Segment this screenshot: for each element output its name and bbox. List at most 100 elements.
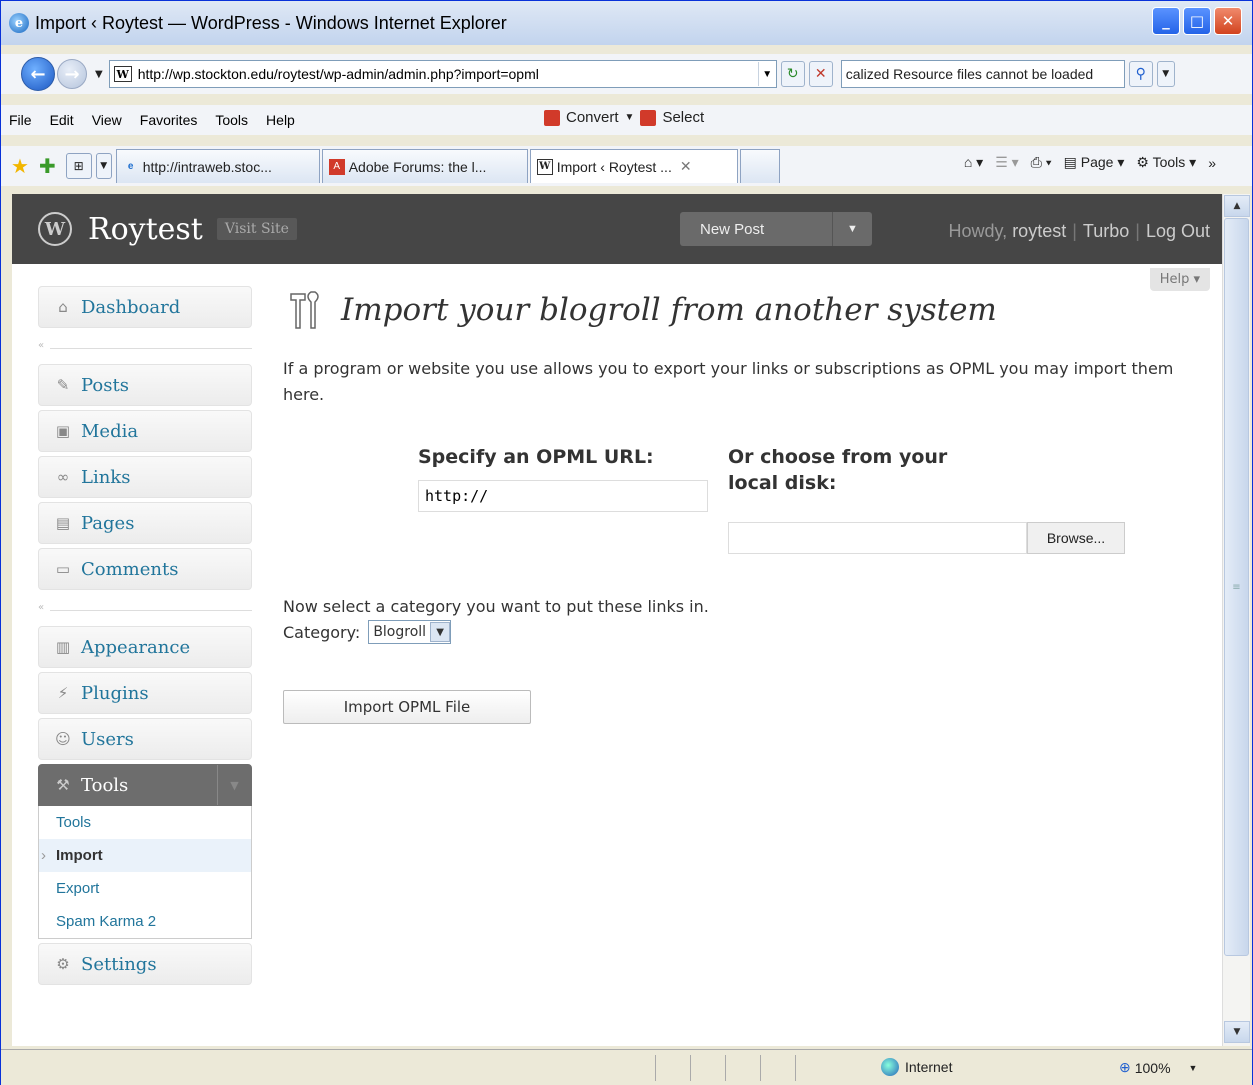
sidebar-item-media[interactable]: ▣ Media — [38, 410, 252, 452]
close-tab-icon[interactable]: ✕ — [680, 158, 692, 175]
import-opml-button[interactable]: Import OPML File — [283, 690, 531, 724]
sidebar-item-plugins[interactable]: ⚡ Plugins — [38, 672, 252, 714]
logout-link[interactable]: Log Out — [1146, 221, 1210, 241]
scroll-thumb[interactable]: ≡ — [1224, 218, 1249, 956]
menu-favorites[interactable]: Favorites — [140, 112, 198, 128]
tab-intraweb[interactable]: e http://intraweb.stoc... — [115, 149, 320, 183]
menu-separator[interactable]: « — [38, 594, 252, 626]
category-value: Blogroll — [373, 624, 427, 640]
page-content: W Roytest Visit Site New Post ▼ Howdy, r… — [12, 194, 1222, 1046]
admin-sidebar: ⌂ Dashboard « ✎ Posts ▣ Media ∞ Links ▤ Pages… — [38, 286, 252, 989]
submenu-toggle-icon[interactable]: ▼ — [217, 765, 251, 805]
search-input[interactable]: calized Resource files cannot be loaded — [840, 60, 1125, 88]
help-label: Help — [1159, 272, 1190, 287]
print-icon[interactable]: ⎙ ▾ — [1031, 154, 1052, 171]
tab-adobe-forums[interactable]: A Adobe Forums: the l... — [321, 149, 528, 183]
quick-tabs-icon[interactable]: ⊞ — [65, 153, 92, 179]
address-bar[interactable]: W http://wp.stockton.edu/roytest/wp-admi… — [108, 60, 777, 88]
forward-button[interactable]: → — [57, 59, 87, 89]
submenu-item-export[interactable]: Export — [39, 872, 251, 905]
opml-url-heading: Specify an OPML URL: — [418, 446, 654, 468]
convert-button[interactable]: Convert — [566, 109, 619, 126]
vertical-scrollbar[interactable]: ▲ ≡ ▼ — [1222, 194, 1250, 1046]
address-dropdown-icon[interactable]: ▼ — [757, 62, 776, 86]
import-form: Specify an OPML URL: http:// Or choose f… — [418, 444, 1203, 554]
sidebar-item-label: Links — [81, 466, 131, 488]
select-button[interactable]: Select — [662, 109, 704, 126]
scroll-down-arrow-icon[interactable]: ▼ — [1224, 1021, 1250, 1043]
collapse-arrow-icon[interactable]: « — [38, 340, 44, 351]
username-link[interactable]: roytest — [1012, 221, 1066, 241]
submenu-item-import[interactable]: Import — [39, 839, 251, 872]
ie-icon: e — [9, 13, 29, 33]
new-post-button[interactable]: New Post ▼ — [680, 212, 872, 246]
sidebar-item-users[interactable]: ☺ Users — [38, 718, 252, 760]
submenu-item-tools[interactable]: Tools — [39, 806, 251, 839]
sidebar-item-dashboard[interactable]: ⌂ Dashboard — [38, 286, 252, 328]
menu-separator[interactable]: « — [38, 332, 252, 364]
wordpress-logo-icon: W — [38, 212, 72, 246]
sidebar-item-pages[interactable]: ▤ Pages — [38, 502, 252, 544]
media-icon: ▣ — [55, 422, 71, 440]
chevron-more-icon[interactable]: » — [1208, 155, 1216, 171]
chevron-down-icon[interactable]: ▼ — [430, 622, 451, 642]
status-divider — [760, 1054, 761, 1081]
home-icon[interactable]: ⌂ ▾ — [964, 154, 983, 171]
history-dropdown-icon[interactable]: ▼ — [95, 69, 103, 80]
sidebar-item-links[interactable]: ∞ Links — [38, 456, 252, 498]
menu-edit[interactable]: Edit — [50, 112, 74, 128]
opml-url-input[interactable]: http:// — [418, 480, 708, 512]
tab-import-roytest[interactable]: W Import ‹ Roytest ... ✕ — [529, 149, 738, 183]
turbo-link[interactable]: Turbo — [1083, 221, 1129, 241]
sidebar-item-tools[interactable]: ⚒ Tools ▼ — [38, 764, 252, 806]
sidebar-item-appearance[interactable]: ▥ Appearance — [38, 626, 252, 668]
wp-favicon-icon: W — [536, 158, 553, 175]
zoom-control[interactable]: ⊕ 100% ▼ — [1119, 1059, 1197, 1076]
scroll-up-arrow-icon[interactable]: ▲ — [1224, 195, 1250, 217]
feeds-icon[interactable]: ☰ ▾ — [995, 154, 1018, 171]
maximize-button[interactable]: □ — [1183, 7, 1211, 35]
sidebar-item-settings[interactable]: ⚙ Settings — [38, 943, 252, 985]
favorites-star-icon[interactable]: ★ — [11, 154, 29, 178]
search-options-icon[interactable]: ▼ — [1156, 61, 1175, 87]
menu-help[interactable]: Help — [266, 112, 295, 128]
file-input[interactable] — [728, 522, 1027, 554]
visit-site-button[interactable]: Visit Site — [216, 218, 297, 240]
tools-large-icon — [283, 286, 331, 334]
sidebar-item-label: Dashboard — [81, 296, 181, 318]
page-menu-label: Page — [1080, 154, 1114, 170]
menu-file[interactable]: File — [9, 112, 32, 128]
window-controls: _ □ ✕ — [1152, 7, 1242, 35]
status-divider — [690, 1054, 691, 1081]
sidebar-item-label: Tools — [81, 774, 129, 796]
browse-button[interactable]: Browse... — [1027, 522, 1125, 554]
import-description: If a program or website you use allows y… — [283, 359, 1174, 404]
add-favorites-icon[interactable]: ✚ — [39, 154, 56, 178]
favorite-actions-dropdown-icon[interactable]: ▼ — [832, 212, 872, 246]
minimize-button[interactable]: _ — [1152, 7, 1180, 35]
menu-tools[interactable]: Tools — [215, 112, 248, 128]
pages-icon: ▤ — [55, 514, 71, 532]
collapse-arrow-icon[interactable]: « — [38, 602, 44, 613]
submenu-item-spam-karma[interactable]: Spam Karma 2 — [39, 905, 251, 938]
security-zone[interactable]: Internet — [881, 1058, 952, 1076]
stop-button[interactable]: ✕ — [808, 61, 833, 87]
menu-view[interactable]: View — [92, 112, 122, 128]
page-menu[interactable]: ▤ Page ▾ — [1064, 154, 1125, 171]
category-select[interactable]: Blogroll ▼ — [368, 620, 452, 644]
zoom-dropdown-icon[interactable]: ▼ — [1189, 1063, 1198, 1073]
sidebar-item-posts[interactable]: ✎ Posts — [38, 364, 252, 406]
tab-list-dropdown-icon[interactable]: ▼ — [95, 153, 112, 179]
search-icon[interactable]: ⚲ — [1128, 61, 1153, 87]
dashboard-icon: ⌂ — [58, 298, 68, 316]
page-heading-row: Import your blogroll from another system — [283, 286, 1203, 334]
sidebar-item-comments[interactable]: ▭ Comments — [38, 548, 252, 590]
page-icon: ▤ — [1063, 154, 1077, 170]
new-tab-button[interactable] — [739, 149, 780, 183]
refresh-button[interactable]: ↻ — [780, 61, 805, 87]
close-button[interactable]: ✕ — [1214, 7, 1242, 35]
select-pdf-icon — [640, 109, 657, 126]
tools-menu[interactable]: ⚙ Tools ▾ — [1136, 154, 1196, 171]
convert-dropdown-icon[interactable]: ▼ — [625, 112, 635, 123]
back-button[interactable]: ← — [21, 57, 55, 91]
